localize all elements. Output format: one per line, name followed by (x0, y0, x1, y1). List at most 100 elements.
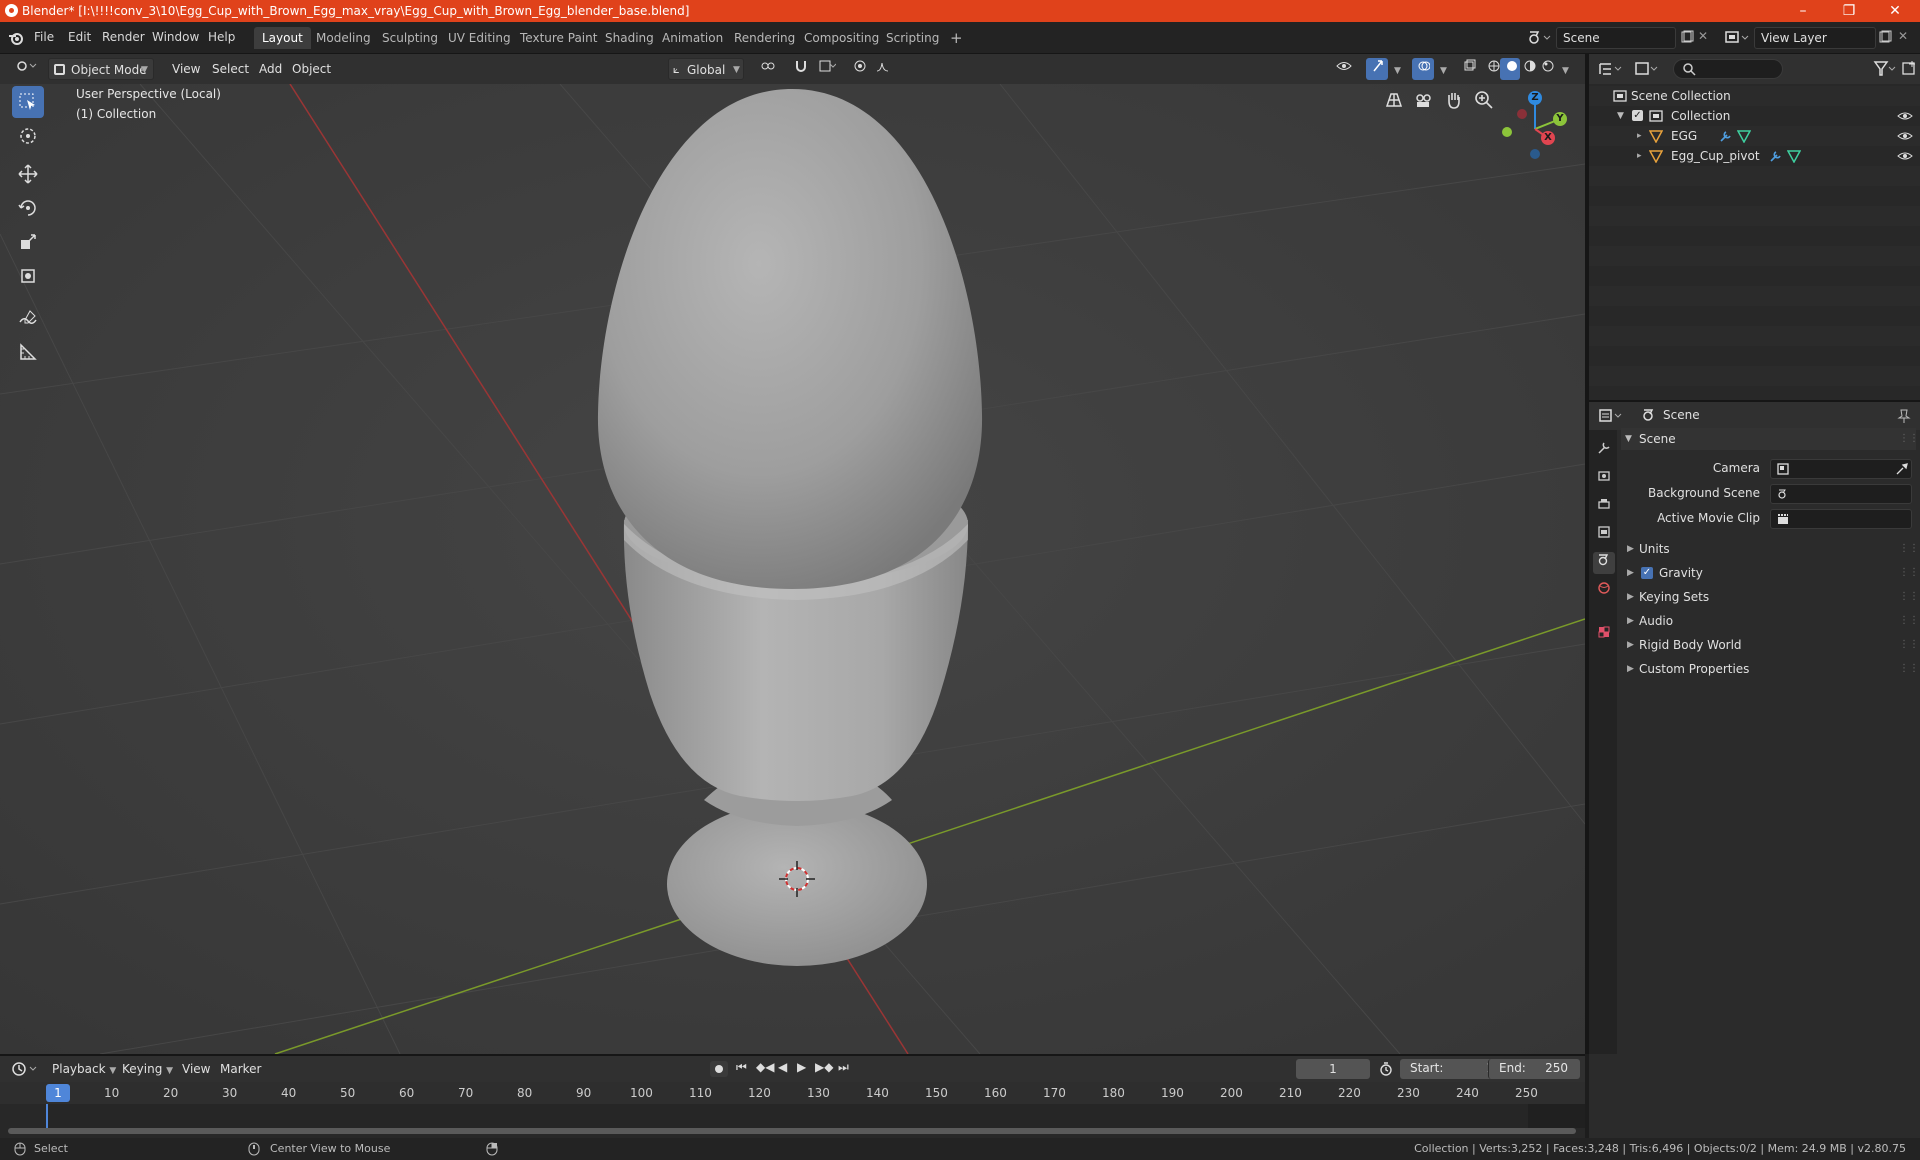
drag-handle-icon[interactable]: ⋮⋮ (1899, 658, 1919, 680)
jump-keyframe-back-icon[interactable]: ◆◀ (756, 1060, 774, 1074)
view-layer-browse-icon[interactable] (1724, 28, 1750, 48)
scale-tool-icon[interactable] (12, 226, 44, 258)
panel-scene[interactable]: ▼ Scene ⋮⋮ (1621, 428, 1919, 450)
play-icon[interactable]: ▶ (797, 1060, 806, 1074)
panel-gravity[interactable]: ▶ ✓ Gravity ⋮⋮ (1621, 562, 1919, 584)
tab-texture-icon[interactable] (1593, 624, 1615, 646)
tab-scene-icon[interactable] (1593, 552, 1615, 574)
camera-field[interactable] (1770, 459, 1912, 479)
scene-browse-icon[interactable] (1526, 28, 1552, 48)
end-frame-field[interactable]: End: 250 (1488, 1059, 1580, 1079)
timeline-area[interactable]: 1 10 20 30 40 50 60 70 80 90 100 110 120… (0, 1082, 1585, 1138)
drag-handle-icon[interactable]: ⋮⋮ (1899, 586, 1919, 608)
navigation-gizmo[interactable]: Z Y X (1490, 84, 1585, 164)
expand-arrow-icon[interactable]: ▸ (1637, 126, 1642, 146)
view-layer-field[interactable]: View Layer (1754, 27, 1876, 49)
add-workspace-button[interactable]: + (942, 27, 971, 49)
proportional-edit-icon[interactable] (848, 58, 870, 80)
3d-viewport[interactable]: Z Y X (0, 84, 1585, 1054)
menu-timeline-view[interactable]: View (176, 1058, 216, 1080)
zoom-icon[interactable] (1472, 88, 1496, 112)
collection-checkbox-icon[interactable]: ✓ (1632, 110, 1643, 121)
select-box-tool-icon[interactable] (12, 86, 44, 118)
menu-window[interactable]: Window (152, 30, 199, 44)
outliner-row-egg-cup-pivot[interactable]: ▸ Egg_Cup_pivot (1589, 146, 1920, 166)
tab-shading[interactable]: Shading (597, 27, 662, 49)
tab-uv-editing[interactable]: UV Editing (440, 27, 519, 49)
horizontal-scrollbar[interactable] (8, 1128, 1576, 1134)
close-button[interactable]: ✕ (1872, 0, 1918, 22)
gizmo-toggle-icon[interactable] (1366, 58, 1388, 80)
tab-output-icon[interactable] (1593, 496, 1615, 518)
wireframe-shading-icon[interactable] (1482, 58, 1502, 80)
tab-texture-paint[interactable]: Texture Paint (512, 27, 605, 49)
drag-handle-icon[interactable]: ⋮⋮ (1899, 562, 1919, 584)
menu-help[interactable]: Help (208, 30, 235, 44)
pin-icon[interactable] (1897, 408, 1911, 424)
measure-tool-icon[interactable] (12, 336, 44, 368)
eye-icon[interactable] (1897, 129, 1913, 143)
tab-world-icon[interactable] (1593, 580, 1615, 602)
transform-tool-icon[interactable] (12, 260, 44, 292)
gravity-checkbox[interactable]: ✓ (1641, 567, 1653, 579)
timeline-editor-type-icon[interactable] (10, 1059, 40, 1079)
drag-handle-icon[interactable]: ⋮⋮ (1899, 610, 1919, 632)
falloff-icon[interactable] (870, 58, 898, 80)
panel-custom-properties[interactable]: ▶ Custom Properties ⋮⋮ (1621, 658, 1919, 680)
tab-tool-icon[interactable] (1593, 440, 1615, 462)
tab-compositing[interactable]: Compositing (796, 27, 887, 49)
menu-render[interactable]: Render (102, 30, 145, 44)
xray-toggle-icon[interactable] (1458, 58, 1480, 80)
record-button[interactable] (710, 1061, 728, 1077)
eye-icon[interactable] (1897, 109, 1913, 123)
jump-end-icon[interactable]: ⏭ (838, 1060, 849, 1075)
orientation-dropdown[interactable]: ⟀ Global ▼ (668, 58, 744, 80)
expand-arrow-icon[interactable]: ▸ (1637, 146, 1642, 166)
eyedropper-icon[interactable] (1895, 462, 1909, 476)
material-shading-icon[interactable] (1518, 58, 1538, 80)
gizmo-x-axis[interactable]: X (1541, 131, 1555, 145)
chevron-down-icon[interactable]: ▼ (1388, 58, 1406, 80)
new-scene-icon[interactable] (1680, 30, 1694, 44)
rendered-shading-icon[interactable] (1536, 58, 1556, 80)
grid-view-icon[interactable] (1382, 88, 1406, 112)
menu-keying[interactable]: Keying ▼ (116, 1058, 179, 1080)
rotate-tool-icon[interactable] (12, 192, 44, 224)
editor-type-icon[interactable] (10, 58, 40, 80)
blender-menu-icon[interactable] (8, 30, 24, 46)
playhead-frame[interactable]: 1 (46, 1084, 70, 1102)
visibility-icon[interactable] (1330, 58, 1360, 80)
menu-marker[interactable]: Marker (214, 1058, 267, 1080)
panel-audio[interactable]: ▶ Audio ⋮⋮ (1621, 610, 1919, 632)
outliner-row-egg[interactable]: ▸ EGG (1589, 126, 1920, 146)
restore-button[interactable]: ❐ (1826, 0, 1872, 22)
snap-target-icon[interactable] (812, 58, 842, 80)
drag-handle-icon[interactable]: ⋮⋮ (1899, 428, 1919, 450)
display-mode-icon[interactable] (1633, 59, 1661, 79)
tab-sculpting[interactable]: Sculpting (374, 27, 446, 49)
tab-view-layer-icon[interactable] (1593, 524, 1615, 546)
pan-hand-icon[interactable] (1442, 88, 1466, 112)
scene-field[interactable]: Scene (1556, 27, 1676, 49)
pivot-point-icon[interactable] (754, 58, 782, 80)
panel-keying-sets[interactable]: ▶ Keying Sets ⋮⋮ (1621, 586, 1919, 608)
outliner-row-scene-collection[interactable]: Scene Collection (1589, 86, 1920, 106)
tab-layout[interactable]: Layout (254, 27, 311, 49)
cursor-tool-icon[interactable] (12, 120, 44, 152)
menu-view[interactable]: View (166, 58, 206, 80)
solid-shading-icon[interactable] (1500, 58, 1520, 80)
tab-animation[interactable]: Animation (654, 27, 731, 49)
outliner-search-input[interactable] (1673, 59, 1783, 79)
snap-icon[interactable] (788, 58, 812, 80)
new-collection-icon[interactable] (1901, 60, 1917, 76)
outliner-row-collection[interactable]: ▼ ✓ Collection (1589, 106, 1920, 126)
tab-render-icon[interactable] (1593, 468, 1615, 490)
remove-scene-icon[interactable]: ✕ (1698, 29, 1708, 43)
menu-edit[interactable]: Edit (68, 30, 91, 44)
remove-view-layer-icon[interactable]: ✕ (1898, 29, 1908, 43)
tab-rendering[interactable]: Rendering (726, 27, 803, 49)
viewport-canvas[interactable] (0, 84, 1585, 1054)
menu-playback[interactable]: Playback ▼ (46, 1058, 122, 1080)
gizmo-y-axis[interactable]: Y (1553, 112, 1567, 126)
menu-add[interactable]: Add (253, 58, 288, 80)
